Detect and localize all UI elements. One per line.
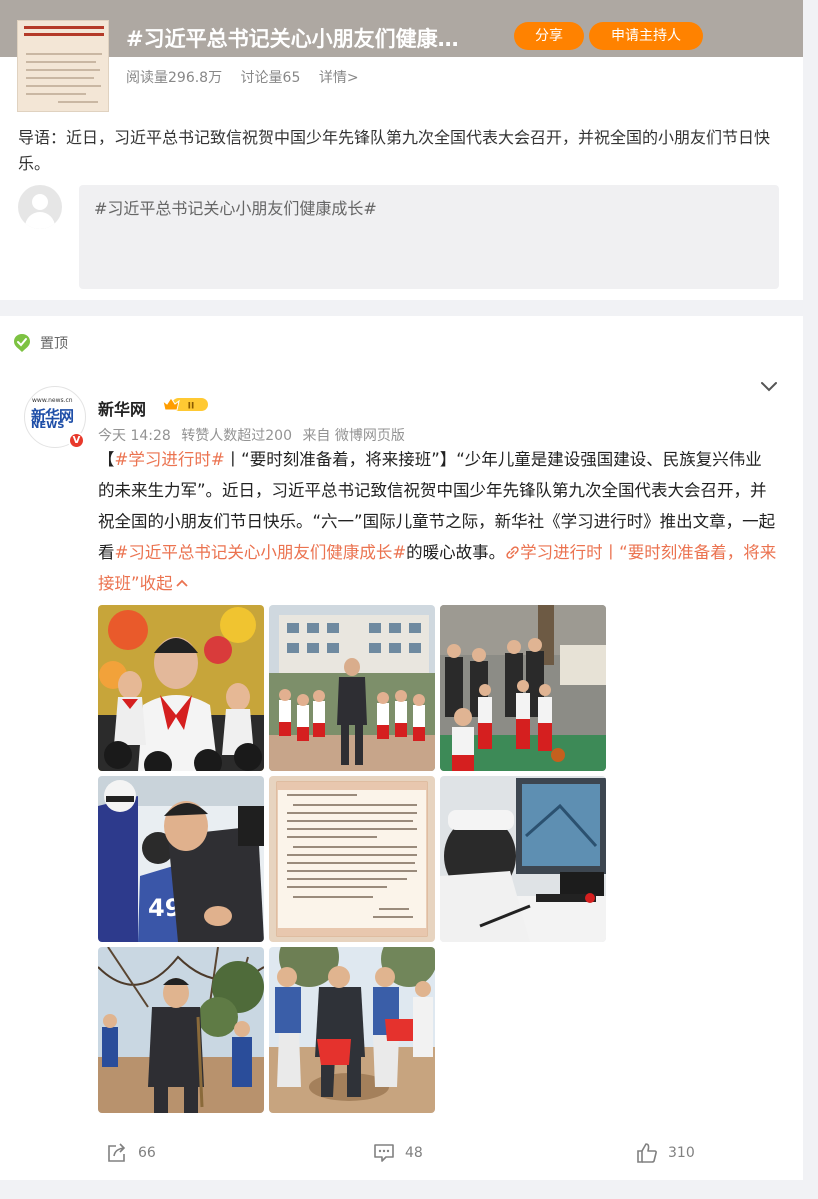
topic-stats: 阅读量296.8万 讨论量65 详情>	[126, 67, 373, 87]
photo-7[interactable]	[98, 947, 264, 1113]
topic-cover-image[interactable]	[17, 20, 109, 112]
post-text: 【#学习进行时#丨“要时刻准备着，将来接班”】“少年儿童是建设强国建设、民族复兴…	[98, 450, 777, 593]
repost-note: 转赞人数超过200	[181, 428, 292, 444]
svg-text:II: II	[188, 402, 195, 412]
like-button[interactable]: 310	[636, 1142, 695, 1164]
like-count: 310	[668, 1145, 695, 1161]
topic-title: #习近平总书记关心小朋友们健康…	[126, 27, 459, 51]
details-link[interactable]: 详情>	[319, 70, 359, 86]
link-icon	[506, 546, 519, 559]
post-composer-input[interactable]: #习近平总书记关心小朋友们健康成长#	[79, 185, 779, 289]
photo-5[interactable]	[269, 776, 435, 942]
repost-button[interactable]: 66	[106, 1142, 156, 1164]
chevron-up-icon	[175, 579, 188, 587]
comment-count: 48	[405, 1145, 423, 1161]
user-avatar[interactable]	[18, 185, 62, 229]
pinned-indicator: 置顶	[12, 332, 68, 354]
verified-icon: V	[68, 432, 85, 449]
cover-title-lines	[24, 26, 104, 44]
photo-2[interactable]	[269, 605, 435, 771]
post-meta: 今天 14:28 转赞人数超过200 来自 微博网页版	[98, 425, 411, 445]
author-name[interactable]: 新华网	[98, 396, 146, 420]
weibo-post-card: 置顶 www.news.cn 新华网 NEWS V 新华网 II 今天 14:2…	[0, 316, 803, 1180]
post-time[interactable]: 今天 14:28	[98, 428, 171, 444]
photo-1[interactable]	[98, 605, 264, 771]
read-count: 阅读量296.8万	[126, 70, 223, 86]
apply-host-button[interactable]: 申请主持人	[589, 22, 703, 50]
comment-button[interactable]: 48	[373, 1142, 423, 1164]
member-level-icon[interactable]: II	[162, 395, 210, 413]
pinned-label: 置顶	[40, 336, 68, 352]
hashtag-link[interactable]: #学习进行时#	[115, 450, 225, 469]
discuss-count: 讨论量65	[240, 70, 301, 86]
photo-6[interactable]	[440, 776, 606, 942]
hashtag-link[interactable]: #习近平总书记关心小朋友们健康成长#	[115, 543, 407, 562]
repost-icon	[108, 1143, 126, 1162]
post-action-bar: 66 48 310	[0, 1142, 803, 1172]
thumbs-up-icon	[637, 1143, 657, 1163]
repost-count: 66	[138, 1145, 156, 1161]
photo-8[interactable]	[269, 947, 435, 1113]
photo-4[interactable]: 49	[98, 776, 264, 942]
photo-3[interactable]	[440, 605, 606, 771]
post-source: 来自 微博网页版	[302, 428, 405, 444]
comment-icon	[374, 1144, 394, 1162]
share-button[interactable]: 分享	[514, 22, 584, 50]
topic-intro: 导语：近日，习近平总书记致信祝贺中国少年先锋队第九次全国代表大会召开，并祝全国的…	[18, 128, 771, 173]
chevron-down-icon[interactable]	[759, 380, 779, 394]
topic-header-card: #习近平总书记关心小朋友们健康… 分享 申请主持人 阅读量296.8万 讨论量6…	[0, 0, 803, 300]
collapse-link[interactable]: 收起	[140, 574, 189, 593]
pin-icon	[14, 334, 30, 352]
